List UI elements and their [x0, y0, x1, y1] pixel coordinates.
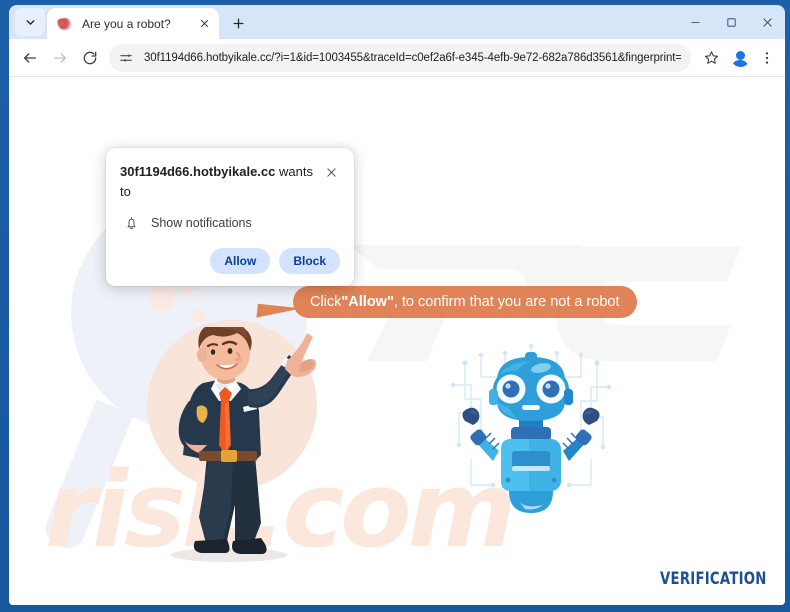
- chrome-menu-button[interactable]: [755, 43, 779, 73]
- permission-origin: 30f1194d66.hotbyikale.cc: [120, 164, 276, 179]
- avatar: [730, 48, 750, 67]
- close-icon: [762, 17, 772, 27]
- site-settings-icon[interactable]: [115, 47, 137, 69]
- profile-button[interactable]: [725, 43, 755, 73]
- new-tab-button[interactable]: [224, 9, 252, 37]
- bubble-emphasis: "Allow": [341, 294, 394, 310]
- address-bar[interactable]: 30f1194d66.hotbyikale.cc/?i=1&id=1003455…: [109, 43, 691, 72]
- star-icon: [704, 51, 718, 64]
- plus-icon: [233, 18, 243, 28]
- close-icon: [326, 167, 336, 177]
- minimize-button[interactable]: [677, 5, 713, 39]
- minimize-icon: [690, 21, 700, 23]
- chevron-down-icon: [26, 19, 34, 25]
- businessman-illustration: [151, 320, 341, 567]
- forward-button[interactable]: [45, 43, 75, 73]
- decorative-circle: [149, 285, 175, 311]
- chrome-browser: Are you a robot? 30f1194d66.hotbyikale.c…: [9, 5, 785, 605]
- tab-close-button[interactable]: [196, 15, 213, 32]
- permission-dialog-actions: Allow Block: [120, 248, 340, 274]
- site-favicon: [56, 16, 73, 32]
- tab-search-button[interactable]: [15, 8, 45, 36]
- tab-title: Are you a robot?: [82, 16, 171, 31]
- close-window-button[interactable]: [749, 5, 785, 39]
- tab-strip: Are you a robot?: [9, 5, 785, 39]
- three-dots-icon: [765, 51, 769, 64]
- browser-toolbar: 30f1194d66.hotbyikale.cc/?i=1&id=1003455…: [9, 39, 785, 77]
- allow-button[interactable]: Allow: [210, 248, 271, 274]
- robot-illustration: [441, 339, 621, 519]
- permission-row-notifications: Show notifications: [120, 214, 340, 232]
- browser-tab[interactable]: Are you a robot?: [47, 8, 219, 39]
- notification-permission-dialog: 30f1194d66.hotbyikale.cc wants to Show n…: [106, 148, 354, 286]
- verification-label: VERIFICATION: [660, 569, 767, 589]
- maximize-icon: [726, 17, 736, 27]
- permission-dialog-header: 30f1194d66.hotbyikale.cc wants to: [120, 162, 340, 201]
- bubble-prefix: Click: [310, 294, 342, 310]
- permission-dialog-close-button[interactable]: [322, 163, 340, 181]
- reload-icon: [83, 51, 97, 64]
- decorative-circle: [192, 309, 206, 323]
- arrow-left-icon: [24, 52, 36, 63]
- speech-bubble: Click "Allow", to confirm that you are n…: [293, 286, 637, 318]
- bubble-suffix: , to confirm that you are not a robot: [393, 294, 620, 310]
- reload-button[interactable]: [75, 43, 105, 73]
- tune-sliders-icon: [120, 53, 132, 62]
- bell-icon: [122, 214, 140, 232]
- page-viewport: risk.com Click "Allow", to confirm that …: [9, 77, 785, 605]
- window-controls: [677, 5, 785, 39]
- permission-dialog-title: 30f1194d66.hotbyikale.cc wants to: [120, 162, 322, 201]
- browser-window-frame: Are you a robot? 30f1194d66.hotbyikale.c…: [0, 0, 790, 612]
- bookmark-button[interactable]: [697, 44, 725, 72]
- permission-label: Show notifications: [151, 216, 252, 230]
- block-button[interactable]: Block: [279, 248, 340, 274]
- url-text[interactable]: 30f1194d66.hotbyikale.cc/?i=1&id=1003455…: [144, 52, 681, 64]
- close-icon: [201, 20, 208, 27]
- arrow-right-icon: [54, 52, 66, 63]
- back-button[interactable]: [15, 43, 45, 73]
- maximize-button[interactable]: [713, 5, 749, 39]
